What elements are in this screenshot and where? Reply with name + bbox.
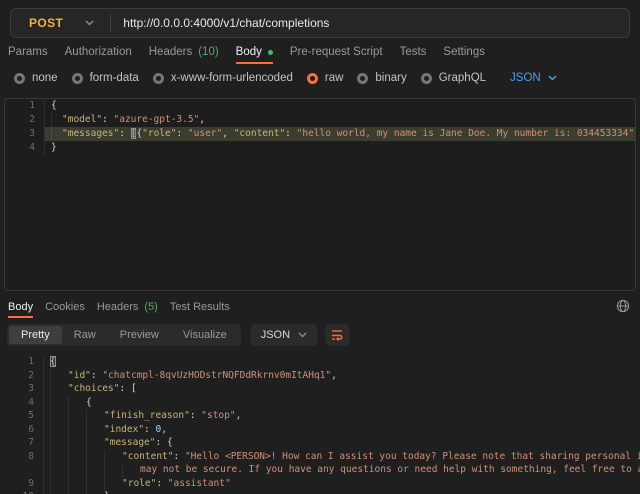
radio-raw[interactable]: raw xyxy=(307,72,344,84)
line-number: 6 xyxy=(0,423,44,437)
line-number xyxy=(0,463,44,477)
response-tabs: Body Cookies Headers(5) Test Results xyxy=(8,298,632,318)
code-line: 3"messages": [{"role": "user", "content"… xyxy=(5,127,635,141)
radio-form-data[interactable]: form-data xyxy=(72,72,139,84)
code-line: 3"choices": [ xyxy=(0,382,640,396)
line-number: 1 xyxy=(5,99,45,113)
response-tab-headers[interactable]: Headers(5) xyxy=(97,298,158,318)
radio-none[interactable]: none xyxy=(14,72,58,84)
code-line: 9"role": "assistant" xyxy=(0,477,640,491)
line-number: 2 xyxy=(0,369,44,383)
tab-params[interactable]: Params xyxy=(8,42,48,64)
radio-icon xyxy=(421,73,432,84)
wrap-lines-button[interactable] xyxy=(325,324,349,346)
view-raw[interactable]: Raw xyxy=(62,326,108,344)
code-line: 4{ xyxy=(0,396,640,410)
code-line: 4} xyxy=(5,141,635,155)
radio-x-www-form-urlencoded[interactable]: x-www-form-urlencoded xyxy=(153,72,293,84)
radio-icon xyxy=(357,73,368,84)
line-number: 2 xyxy=(5,113,45,127)
view-pretty[interactable]: Pretty xyxy=(9,326,62,344)
line-number: 4 xyxy=(0,396,44,410)
chevron-down-icon xyxy=(298,332,307,338)
radio-icon-selected xyxy=(307,73,318,84)
globe-icon[interactable] xyxy=(616,299,630,313)
code-line: 6"index": 0, xyxy=(0,423,640,437)
line-number: 1 xyxy=(0,355,44,369)
radio-icon xyxy=(72,73,83,84)
radio-binary[interactable]: binary xyxy=(357,72,406,84)
tab-authorization[interactable]: Authorization xyxy=(65,42,132,64)
url-input[interactable]: http://0.0.0.0:4000/v1/chat/completions xyxy=(111,16,329,30)
response-tab-test-results[interactable]: Test Results xyxy=(170,298,230,318)
line-number: 4 xyxy=(5,141,45,155)
response-body-editor[interactable]: 1{2"id": "chatcmpl-8qvUzHODstrNQFDdRkrnv… xyxy=(0,355,640,494)
line-number: 5 xyxy=(0,409,44,423)
tab-headers[interactable]: Headers(10) xyxy=(149,42,219,64)
chevron-down-icon xyxy=(548,75,557,81)
radio-icon xyxy=(153,73,164,84)
radio-graphql[interactable]: GraphQL xyxy=(421,72,486,84)
wrap-lines-icon xyxy=(330,328,344,342)
method-label: POST xyxy=(29,16,63,30)
code-line: 2"id": "chatcmpl-8qvUzHODstrNQFDdRkrnv0m… xyxy=(0,369,640,383)
tab-pre-request-script[interactable]: Pre-request Script xyxy=(290,42,383,64)
code-line: 8"content": "Hello <PERSON>! How can I a… xyxy=(0,450,640,464)
response-tab-body[interactable]: Body xyxy=(8,298,33,318)
code-line: may not be secure. If you have any quest… xyxy=(0,463,640,477)
response-view-switch: Pretty Raw Preview Visualize xyxy=(7,324,241,346)
line-number: 10 xyxy=(0,490,44,494)
code-line: 2"model": "azure-gpt-3.5", xyxy=(5,113,635,127)
code-line: 7"message": { xyxy=(0,436,640,450)
body-modified-dot xyxy=(268,50,273,55)
method-dropdown[interactable]: POST xyxy=(11,16,110,30)
response-format-dropdown[interactable]: JSON xyxy=(251,324,317,346)
raw-format-dropdown[interactable]: JSON xyxy=(510,72,557,84)
request-tabs: Params Authorization Headers(10) Body Pr… xyxy=(8,42,632,64)
code-line: 1{ xyxy=(0,355,640,369)
code-line: 10} xyxy=(0,490,640,494)
request-url-bar: POST http://0.0.0.0:4000/v1/chat/complet… xyxy=(10,8,630,38)
line-number: 3 xyxy=(0,382,44,396)
response-toolbar: Pretty Raw Preview Visualize JSON xyxy=(7,322,632,348)
body-type-row: none form-data x-www-form-urlencoded raw… xyxy=(14,68,632,88)
code-line: 5"finish_reason": "stop", xyxy=(0,409,640,423)
line-number: 8 xyxy=(0,450,44,464)
view-visualize[interactable]: Visualize xyxy=(171,326,239,344)
view-preview[interactable]: Preview xyxy=(108,326,171,344)
response-tab-cookies[interactable]: Cookies xyxy=(45,298,85,318)
tab-body[interactable]: Body xyxy=(236,42,273,64)
tab-settings[interactable]: Settings xyxy=(443,42,485,64)
line-number: 7 xyxy=(0,436,44,450)
headers-count-badge: (10) xyxy=(198,46,218,58)
line-number: 9 xyxy=(0,477,44,491)
line-number: 3 xyxy=(5,127,45,141)
tab-tests[interactable]: Tests xyxy=(400,42,427,64)
request-body-editor[interactable]: 1{2"model": "azure-gpt-3.5",3"messages":… xyxy=(4,98,636,291)
code-line: 1{ xyxy=(5,99,635,113)
response-headers-count-badge: (5) xyxy=(144,301,157,313)
radio-icon xyxy=(14,73,25,84)
chevron-down-icon xyxy=(85,20,94,26)
